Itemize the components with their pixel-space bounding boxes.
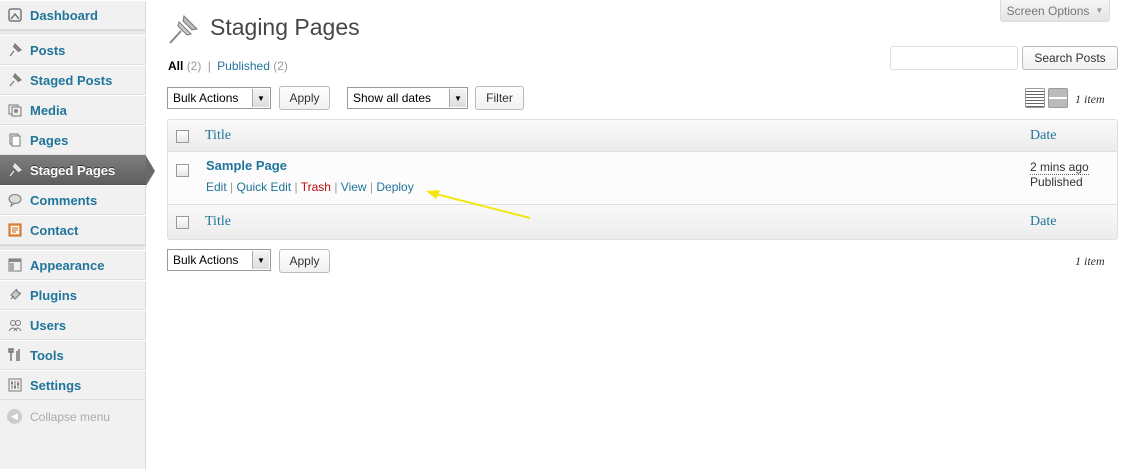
media-icon	[7, 102, 23, 118]
menu-item-plugins[interactable]: Plugins	[0, 280, 146, 310]
pin-icon	[7, 162, 23, 178]
filter-all-count: (2)	[186, 59, 202, 73]
pin-icon	[7, 72, 23, 88]
date-filter-value: Show all dates	[353, 91, 432, 105]
collapse-menu-button[interactable]: ◀ Collapse menu	[7, 409, 110, 424]
search-posts-button[interactable]: Search Posts	[1022, 46, 1118, 70]
admin-sidebar: Dashboard Posts Staged Posts Media Pages…	[0, 0, 155, 469]
menu-item-pages[interactable]: Pages	[0, 125, 146, 155]
trash-link[interactable]: Trash	[301, 180, 331, 194]
menu-label: Comments	[30, 192, 98, 208]
view-link[interactable]: View	[341, 180, 367, 194]
contact-icon	[7, 222, 23, 238]
filter-all-link[interactable]: All	[168, 59, 183, 73]
bulk-actions-select-bottom[interactable]: Bulk Actions ▼	[167, 249, 271, 271]
menu-label: Tools	[30, 347, 64, 363]
status-filters: All (2) | Published (2)	[168, 59, 288, 73]
column-date-header[interactable]: Date	[1030, 128, 1056, 144]
action-separator: |	[330, 180, 341, 194]
items-count-bottom: 1 item	[1075, 254, 1105, 268]
plugin-icon	[7, 287, 23, 303]
screen-options-button[interactable]: Screen Options ▼	[1000, 0, 1110, 22]
table-footer: Title Date	[168, 204, 1117, 239]
pages-icon	[7, 132, 23, 148]
pages-table: Title Date Sample Page Edit | Quick Edit…	[167, 119, 1118, 240]
pin-icon	[7, 42, 23, 58]
select-all-checkbox-bottom[interactable]	[176, 216, 189, 229]
menu-item-tools[interactable]: Tools	[0, 340, 146, 370]
action-separator: |	[366, 180, 377, 194]
tools-icon	[7, 347, 23, 363]
menu-item-appearance[interactable]: Appearance	[0, 250, 146, 280]
active-indicator	[146, 156, 155, 186]
dropdown-arrow-icon: ▼	[1095, 6, 1104, 15]
menu-label: Dashboard	[30, 7, 98, 23]
column-title-footer[interactable]: Title	[205, 214, 231, 230]
filter-published-count: (2)	[273, 59, 288, 73]
users-icon	[7, 317, 23, 333]
table-row: Sample Page Edit | Quick Edit | Trash | …	[168, 152, 1117, 204]
bulk-actions-value: Bulk Actions	[173, 91, 239, 105]
search-input[interactable]	[890, 46, 1018, 70]
menu-label: Plugins	[30, 287, 77, 303]
collapse-arrow-icon: ◀	[7, 409, 22, 424]
filter-published-link[interactable]: Published	[217, 59, 270, 73]
annotation-arrow-icon	[426, 190, 531, 219]
menu-label: Users	[30, 317, 67, 333]
excerpt-view-icon[interactable]	[1048, 88, 1068, 108]
row-title-link[interactable]: Sample Page	[206, 158, 287, 173]
menu-item-media[interactable]: Media	[0, 95, 146, 125]
row-checkbox[interactable]	[176, 164, 189, 177]
column-title-header[interactable]: Title	[205, 128, 231, 144]
menu-item-dashboard[interactable]: Dashboard	[0, 0, 146, 30]
items-count-top: 1 item	[1075, 92, 1105, 106]
menu-label: Staged Pages	[30, 162, 116, 178]
menu-label: Pages	[30, 132, 69, 148]
action-separator: |	[291, 180, 301, 194]
collapse-menu-label: Collapse menu	[30, 409, 111, 424]
chevron-down-icon: ▼	[252, 89, 269, 107]
bulk-actions-select-top[interactable]: Bulk Actions ▼	[167, 87, 271, 109]
menu-label: Contact	[30, 222, 79, 238]
column-date-footer[interactable]: Date	[1030, 214, 1056, 230]
menu-label: Posts	[30, 42, 66, 58]
menu-label: Settings	[30, 377, 82, 393]
bulk-actions-value: Bulk Actions	[173, 253, 239, 267]
menu-item-contact[interactable]: Contact	[0, 215, 146, 245]
screen-options-label: Screen Options	[1006, 3, 1090, 18]
chevron-down-icon: ▼	[252, 251, 269, 269]
apply-button-top[interactable]: Apply	[279, 86, 330, 110]
menu-item-staged-posts[interactable]: Staged Posts	[0, 65, 146, 95]
menu-label: Staged Posts	[30, 72, 113, 88]
menu-label: Media	[30, 102, 67, 118]
chevron-down-icon: ▼	[449, 89, 466, 107]
row-date: 2 mins ago Published	[1030, 160, 1089, 190]
appearance-icon	[7, 257, 23, 273]
deploy-link[interactable]: Deploy	[376, 180, 413, 194]
action-separator: |	[226, 180, 237, 194]
comment-icon	[7, 192, 23, 208]
row-date-value: 2 mins ago	[1030, 160, 1089, 175]
row-status: Published	[1030, 175, 1083, 189]
filter-separator: |	[207, 59, 211, 73]
quick-edit-link[interactable]: Quick Edit	[236, 180, 291, 194]
dashboard-icon	[7, 7, 23, 23]
list-view-icon[interactable]	[1025, 88, 1045, 108]
menu-item-staged-pages[interactable]: Staged Pages	[0, 155, 155, 186]
pushpin-icon	[167, 12, 201, 46]
row-actions: Edit | Quick Edit | Trash | View | Deplo…	[206, 180, 414, 194]
apply-button-bottom[interactable]: Apply	[279, 249, 330, 273]
menu-item-posts[interactable]: Posts	[0, 35, 146, 65]
select-all-checkbox-top[interactable]	[176, 130, 189, 143]
menu-item-settings[interactable]: Settings	[0, 370, 146, 400]
menu-item-users[interactable]: Users	[0, 310, 146, 340]
edit-link[interactable]: Edit	[206, 180, 227, 194]
settings-icon	[7, 377, 23, 393]
menu-label: Appearance	[30, 257, 105, 273]
table-header: Title Date	[168, 120, 1117, 152]
page-title: Staging Pages	[210, 14, 360, 40]
date-filter-select[interactable]: Show all dates ▼	[347, 87, 468, 109]
filter-button[interactable]: Filter	[475, 86, 524, 110]
menu-item-comments[interactable]: Comments	[0, 185, 146, 215]
